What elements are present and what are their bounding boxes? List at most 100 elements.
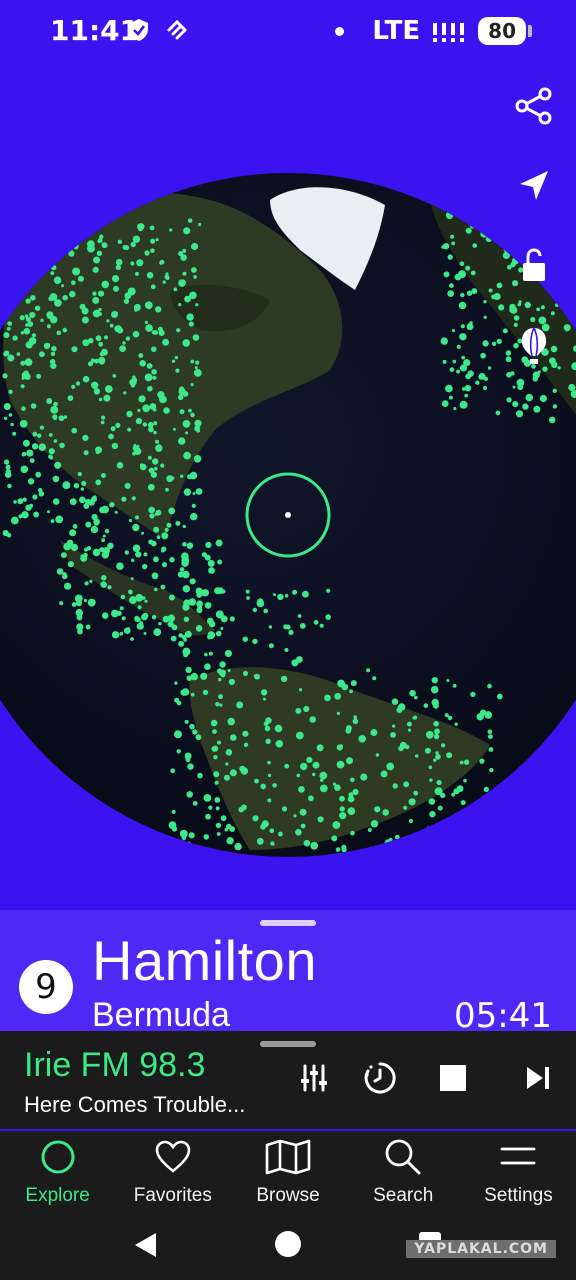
- station-dot[interactable]: [426, 826, 431, 830]
- station-dot[interactable]: [98, 307, 102, 312]
- station-dot[interactable]: [95, 479, 102, 486]
- station-dot[interactable]: [428, 798, 436, 805]
- station-dot[interactable]: [154, 512, 159, 516]
- station-dot[interactable]: [267, 760, 271, 765]
- station-dot[interactable]: [155, 306, 162, 313]
- globe-svg[interactable]: [0, 160, 576, 860]
- station-dot[interactable]: [240, 767, 249, 775]
- station-dot[interactable]: [458, 301, 467, 310]
- station-dot[interactable]: [191, 242, 199, 251]
- station-dot[interactable]: [37, 240, 42, 245]
- station-dot[interactable]: [296, 773, 301, 778]
- station-dot[interactable]: [350, 680, 357, 687]
- station-dot[interactable]: [408, 818, 414, 824]
- station-dot[interactable]: [168, 821, 177, 829]
- station-dot[interactable]: [92, 291, 97, 296]
- station-dot[interactable]: [93, 495, 97, 499]
- station-dot[interactable]: [169, 228, 173, 232]
- station-dot[interactable]: [183, 638, 187, 642]
- station-dot[interactable]: [159, 259, 165, 265]
- station-dot[interactable]: [110, 426, 116, 432]
- station-dot[interactable]: [17, 235, 25, 243]
- station-dot[interactable]: [71, 602, 77, 607]
- station-dot[interactable]: [135, 515, 139, 520]
- station-dot[interactable]: [67, 395, 74, 401]
- station-dot[interactable]: [116, 462, 124, 469]
- station-dot[interactable]: [178, 437, 186, 445]
- station-dot[interactable]: [169, 557, 175, 563]
- station-dot[interactable]: [299, 623, 306, 629]
- station-dot[interactable]: [39, 425, 45, 430]
- station-dot[interactable]: [202, 689, 209, 696]
- station-dot[interactable]: [61, 573, 68, 580]
- station-dot[interactable]: [116, 610, 122, 616]
- share-button[interactable]: [514, 86, 554, 126]
- station-dot[interactable]: [284, 647, 289, 653]
- station-dot[interactable]: [265, 738, 271, 744]
- station-dot[interactable]: [25, 298, 31, 304]
- station-dot[interactable]: [214, 797, 221, 803]
- station-dot[interactable]: [482, 385, 488, 391]
- station-dot[interactable]: [101, 280, 110, 289]
- station-dot[interactable]: [154, 466, 158, 471]
- station-dot[interactable]: [317, 816, 324, 823]
- station-dot[interactable]: [182, 420, 191, 428]
- station-dot[interactable]: [39, 351, 45, 358]
- station-dot[interactable]: [264, 725, 271, 732]
- station-dot[interactable]: [204, 602, 212, 609]
- station-dot[interactable]: [91, 513, 98, 521]
- station-dot[interactable]: [144, 320, 148, 324]
- station-dot[interactable]: [467, 370, 474, 377]
- station-dot[interactable]: [85, 521, 92, 528]
- station-dot[interactable]: [413, 790, 419, 796]
- station-dot[interactable]: [53, 416, 57, 421]
- station-dot[interactable]: [480, 830, 485, 835]
- station-dot[interactable]: [160, 463, 165, 468]
- station-dot[interactable]: [170, 635, 177, 642]
- station-dot[interactable]: [267, 773, 272, 778]
- station-dot[interactable]: [142, 404, 151, 413]
- station-dot[interactable]: [203, 834, 210, 840]
- station-dot[interactable]: [316, 744, 324, 752]
- station-dot[interactable]: [487, 366, 492, 370]
- station-dot[interactable]: [127, 427, 132, 432]
- station-dot[interactable]: [111, 442, 119, 450]
- station-dot[interactable]: [184, 295, 192, 303]
- station-dot[interactable]: [208, 651, 213, 656]
- station-dot[interactable]: [131, 558, 135, 562]
- station-dot[interactable]: [93, 256, 100, 264]
- station-dot[interactable]: [24, 268, 28, 273]
- station-dot[interactable]: [408, 798, 416, 806]
- station-dot[interactable]: [47, 510, 50, 514]
- station-dot[interactable]: [332, 821, 341, 829]
- station-dot[interactable]: [177, 394, 184, 401]
- station-dot[interactable]: [213, 771, 220, 778]
- station-dot[interactable]: [218, 677, 222, 682]
- station-dot[interactable]: [123, 298, 129, 304]
- station-dot[interactable]: [72, 267, 81, 276]
- station-dot[interactable]: [160, 584, 166, 590]
- station-dot[interactable]: [459, 261, 465, 267]
- station-dot[interactable]: [136, 259, 144, 267]
- station-dot[interactable]: [506, 372, 512, 378]
- station-dot[interactable]: [254, 778, 259, 784]
- station-dot[interactable]: [488, 288, 493, 293]
- station-dot[interactable]: [568, 383, 576, 392]
- station-dot[interactable]: [188, 832, 195, 839]
- station-dot[interactable]: [256, 837, 264, 845]
- station-dot[interactable]: [182, 339, 190, 347]
- station-dot[interactable]: [109, 502, 115, 508]
- station-dot[interactable]: [453, 406, 457, 411]
- station-dot[interactable]: [368, 846, 374, 853]
- station-dot[interactable]: [123, 391, 127, 395]
- station-dot[interactable]: [414, 695, 418, 700]
- station-dot[interactable]: [215, 806, 220, 811]
- station-dot[interactable]: [288, 629, 294, 635]
- station-dot[interactable]: [189, 723, 195, 730]
- station-dot[interactable]: [81, 316, 89, 324]
- station-dot[interactable]: [132, 331, 140, 338]
- station-dot[interactable]: [50, 256, 56, 262]
- station-dot[interactable]: [518, 385, 523, 391]
- station-dot[interactable]: [135, 551, 142, 558]
- station-dot[interactable]: [436, 779, 442, 786]
